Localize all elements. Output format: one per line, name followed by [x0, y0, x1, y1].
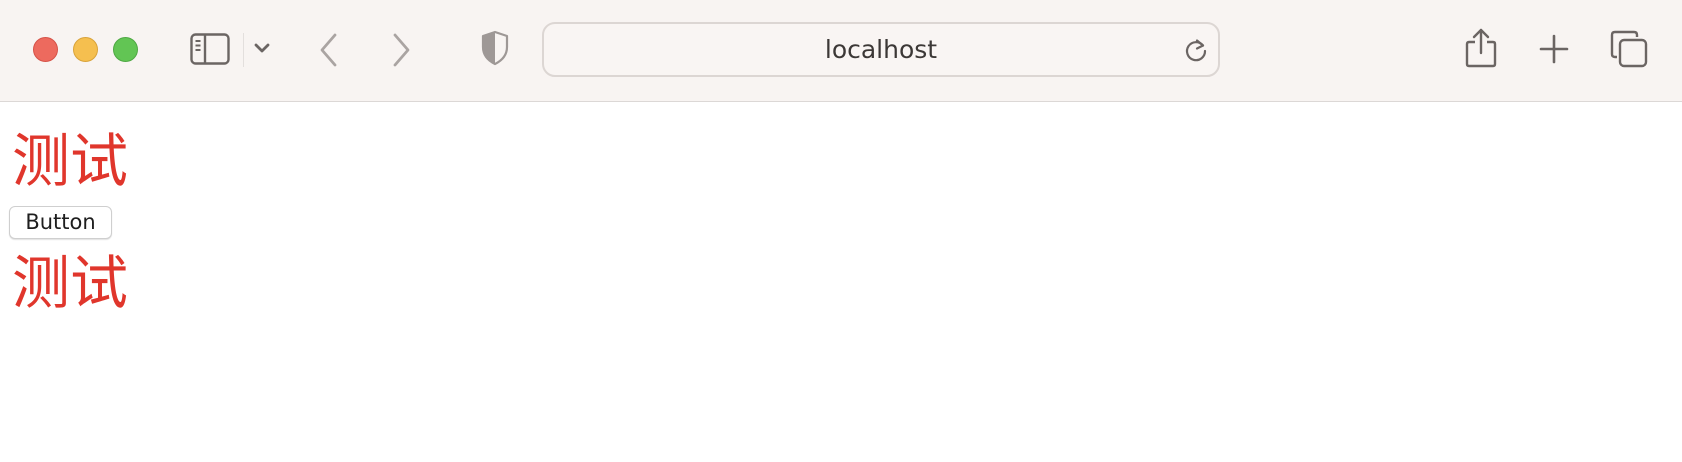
- shield-icon[interactable]: [481, 30, 509, 66]
- page-content: 测试 Button 测试: [0, 103, 1682, 462]
- chevron-left-icon[interactable]: [318, 32, 340, 68]
- maximize-window-button[interactable]: [113, 37, 138, 62]
- page-heading-2: 测试: [12, 249, 129, 317]
- toolbar-divider: [243, 33, 244, 67]
- browser-window: localhost 测试 Button 测试: [0, 0, 1682, 462]
- address-text: localhost: [824, 35, 938, 64]
- minimize-window-button[interactable]: [73, 37, 98, 62]
- chevron-right-icon[interactable]: [390, 32, 412, 68]
- reload-icon[interactable]: [1182, 36, 1210, 64]
- tabs-overview-icon[interactable]: [1610, 30, 1648, 68]
- share-icon[interactable]: [1465, 27, 1497, 69]
- button[interactable]: Button: [9, 206, 112, 239]
- page-heading-1: 测试: [12, 127, 129, 195]
- close-window-button[interactable]: [33, 37, 58, 62]
- chevron-down-icon[interactable]: [254, 43, 270, 55]
- sidebar-icon[interactable]: [190, 33, 230, 65]
- address-bar[interactable]: localhost: [542, 22, 1220, 77]
- plus-icon[interactable]: [1538, 33, 1570, 65]
- browser-toolbar: localhost: [0, 0, 1682, 102]
